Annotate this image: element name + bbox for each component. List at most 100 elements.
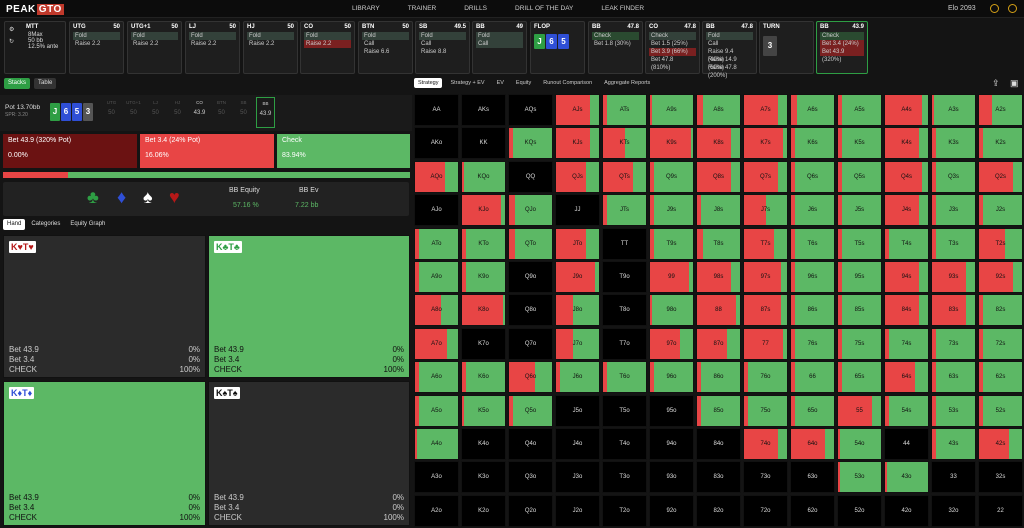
hand-cell[interactable]: A8o	[414, 294, 459, 327]
hand-cell[interactable]: K9o	[461, 261, 506, 293]
hand-cell[interactable]: 82o	[696, 494, 741, 527]
hand-cell[interactable]: A6o	[414, 361, 459, 394]
hand-cell[interactable]: KJo	[461, 194, 506, 227]
seat-action[interactable]: Raise 8.8	[419, 48, 466, 56]
hand-cell[interactable]: 72s	[978, 327, 1023, 360]
hand-cell[interactable]: T3o	[602, 461, 647, 494]
seat-action[interactable]: Fold	[304, 32, 351, 40]
seat-bb-7[interactable]: BB 49 Fold Call	[472, 21, 527, 74]
seat-action[interactable]: Check	[592, 32, 639, 40]
hand-cell[interactable]: Q3o	[508, 461, 553, 494]
hand-cell[interactable]: 77	[743, 327, 788, 360]
nav-leak-finder[interactable]: LEAK FINDER	[601, 5, 644, 12]
hand-cell[interactable]: A6s	[790, 94, 835, 126]
seat-action[interactable]: Fold	[73, 32, 120, 40]
hand-cell[interactable]: QTs	[602, 160, 647, 193]
grid-tab[interactable]: Runout Comparison	[539, 78, 596, 88]
hand-cell[interactable]: 52s	[978, 394, 1023, 427]
hand-cell[interactable]: 52o	[837, 494, 882, 527]
hand-cell[interactable]: Q2o	[508, 494, 553, 527]
hand-cell[interactable]: KTs	[602, 127, 647, 160]
hand-cell[interactable]: K3o	[461, 461, 506, 494]
hand-cell[interactable]: J7s	[743, 194, 788, 227]
grid-tab[interactable]: Strategy + EV	[446, 78, 488, 88]
hand-cell[interactable]: 99	[649, 261, 694, 293]
hand-cell[interactable]: T4o	[602, 428, 647, 460]
hand-cell[interactable]: TT	[602, 227, 647, 260]
hand-cell[interactable]: 75s	[837, 327, 882, 360]
hand-cell[interactable]: Q9s	[649, 160, 694, 193]
seat-utg-0[interactable]: UTG 50 Fold Raise 2.2	[69, 21, 124, 74]
hand-cell[interactable]: A2o	[414, 494, 459, 527]
hand-cell[interactable]: Q8s	[696, 160, 741, 193]
seat-action[interactable]: Bet 3.4 (24%)	[820, 40, 864, 48]
hand-cell[interactable]: 75o	[743, 394, 788, 427]
seat-utg+1-1[interactable]: UTG+1 50 Fold Raise 2.2	[127, 21, 182, 74]
hand-cell[interactable]: KTo	[461, 227, 506, 260]
hand-cell[interactable]: 74s	[884, 327, 929, 360]
nav-library[interactable]: LIBRARY	[352, 5, 380, 12]
seat-action[interactable]: Fold	[706, 32, 753, 40]
hand-cell[interactable]: 55	[837, 394, 882, 427]
seat-action[interactable]: Fold	[131, 32, 178, 40]
hand-cell[interactable]: AKs	[461, 94, 506, 126]
position-chip[interactable]: BB 43.9	[256, 97, 275, 128]
hand-cell[interactable]: 86s	[790, 294, 835, 327]
hand-cell[interactable]: Q8o	[508, 294, 553, 327]
hand-cell[interactable]: 63s	[931, 361, 976, 394]
hand-cell[interactable]: 93s	[931, 261, 976, 293]
heart-icon[interactable]: ♥	[169, 187, 180, 208]
hand-cell[interactable]: 53o	[837, 461, 882, 494]
seat-action[interactable]: Raise 47.8 (200%)	[706, 64, 753, 79]
tab-hand[interactable]: Hand	[3, 219, 26, 230]
hand-cell[interactable]: Q6o	[508, 361, 553, 394]
hand-cell[interactable]: J7o	[555, 327, 600, 360]
seat-action[interactable]: Fold	[476, 32, 523, 40]
hand-cell[interactable]: 96o	[649, 361, 694, 394]
hand-cell[interactable]: 73o	[743, 461, 788, 494]
seat-co-4[interactable]: CO 50 Fold Raise 2.2	[300, 21, 355, 74]
hand-card-d[interactable]: K♦T♦ Bet 43.9 0% Bet 3.4 0% CHECK 100%	[3, 381, 206, 526]
hand-cell[interactable]: J8o	[555, 294, 600, 327]
seat-action[interactable]: Raise 2.2	[304, 40, 351, 48]
hand-cell[interactable]: K8s	[696, 127, 741, 160]
hand-cell[interactable]: T4s	[884, 227, 929, 260]
grid-tab[interactable]: Equity	[512, 78, 535, 88]
hand-cell[interactable]: 64s	[884, 361, 929, 394]
seat-action[interactable]: Bet 1.8 (30%)	[592, 40, 639, 48]
hand-cell[interactable]: J3s	[931, 194, 976, 227]
club-icon[interactable]: ♣	[87, 187, 99, 208]
seat-lj-2[interactable]: LJ 50 Fold Raise 2.2	[185, 21, 240, 74]
seat-btn-5[interactable]: BTN 50 Fold Call Raise 6.6	[358, 21, 413, 74]
hand-cell[interactable]: 95o	[649, 394, 694, 427]
hand-cell[interactable]: 94s	[884, 261, 929, 293]
seat-action[interactable]: Check	[649, 32, 696, 40]
hand-cell[interactable]: J8s	[696, 194, 741, 227]
hand-cell[interactable]: 87o	[696, 327, 741, 360]
hand-cell[interactable]: 76o	[743, 361, 788, 394]
hand-cell[interactable]: K7s	[743, 127, 788, 160]
hand-cell[interactable]: JTo	[555, 227, 600, 260]
hand-cell[interactable]: T7s	[743, 227, 788, 260]
hand-cell[interactable]: 63o	[790, 461, 835, 494]
strategy-bar-bet-small[interactable]: Bet 3.4 (24% Pot) 16.06%	[140, 134, 274, 168]
hand-cell[interactable]: AKo	[414, 127, 459, 160]
nav-trainer[interactable]: TRAINER	[408, 5, 437, 12]
hand-cell[interactable]: K6s	[790, 127, 835, 160]
seat-action[interactable]: Raise 2.2	[131, 40, 178, 48]
hand-cell[interactable]: 94o	[649, 428, 694, 460]
hand-cell[interactable]: 83s	[931, 294, 976, 327]
hand-cell[interactable]: J5o	[555, 394, 600, 427]
seat-turn-12[interactable]: TURN 3	[759, 21, 814, 74]
hand-cell[interactable]: J4o	[555, 428, 600, 460]
hand-cell[interactable]: 22	[978, 494, 1023, 527]
seat-action[interactable]: Call	[419, 40, 466, 48]
hand-cell[interactable]: J5s	[837, 194, 882, 227]
hand-cell[interactable]: 32s	[978, 461, 1023, 494]
hand-cell[interactable]: J2s	[978, 194, 1023, 227]
seat-action[interactable]: Raise 2.2	[189, 40, 236, 48]
tab-table[interactable]: Table	[34, 78, 57, 89]
seat-action[interactable]: Raise 2.2	[73, 40, 120, 48]
hand-cell[interactable]: J9s	[649, 194, 694, 227]
seat-action[interactable]: Fold	[419, 32, 466, 40]
